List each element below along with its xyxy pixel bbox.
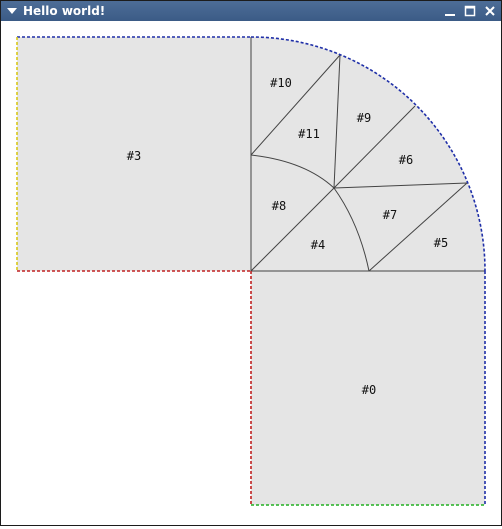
close-icon[interactable] (482, 3, 498, 19)
triangle-down-icon[interactable] (4, 3, 20, 19)
titlebar[interactable]: Hello world! (1, 1, 501, 21)
window-title: Hello world! (23, 4, 106, 18)
mesh-canvas[interactable]: #3 #0 #10 #11 #9 #6 #8 #7 #4 #5 (1, 21, 501, 525)
maximize-icon[interactable] (462, 3, 478, 19)
minimize-icon[interactable] (442, 3, 458, 19)
mesh-label-11: #11 (298, 127, 320, 141)
mesh-label-4: #4 (311, 238, 325, 252)
mesh-label-6: #6 (399, 153, 413, 167)
mesh-label-5: #5 (434, 236, 448, 250)
mesh-label-7: #7 (383, 208, 397, 222)
mesh-label-9: #9 (357, 111, 371, 125)
mesh-label-0: #0 (362, 383, 376, 397)
mesh-label-3: #3 (127, 149, 141, 163)
mesh-drawing: #3 #0 #10 #11 #9 #6 #8 #7 #4 #5 (16, 36, 486, 506)
mesh-label-8: #8 (272, 199, 286, 213)
app-window: Hello world! #3 #0 #10 #11 #9 #6 #8 #7 #… (0, 0, 502, 526)
mesh-label-10: #10 (270, 76, 292, 90)
